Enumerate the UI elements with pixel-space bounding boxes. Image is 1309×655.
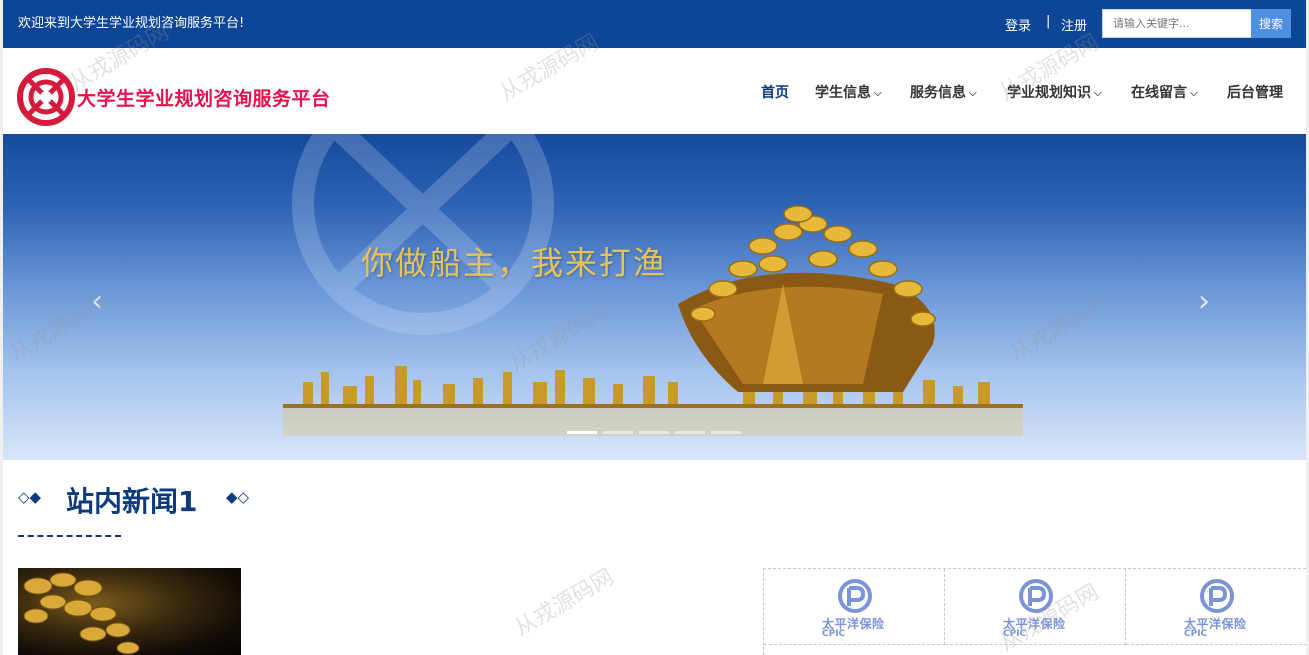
cpic-logo-icon (838, 579, 872, 613)
carousel-dot-1[interactable] (567, 431, 597, 434)
welcome-text: 欢迎来到大学生学业规划咨询服务平台! (18, 16, 245, 31)
register-link[interactable]: 注册 (1061, 15, 1087, 34)
header: 大学生学业规划咨询服务平台 首页 学生信息 ⌵ 服务信息 ⌵ 学业规划知识 ⌵ 在线留… (3, 48, 1306, 134)
partner-logo-1[interactable]: 太平洋保险 CPIC (764, 569, 945, 645)
watermark: 从戎源码网 (510, 564, 619, 642)
nav-planning-knowledge-label: 学业规划知识 (1007, 85, 1091, 101)
chevron-down-icon: ⌵ (969, 88, 977, 99)
chevron-left-icon[interactable]: ‹ (91, 284, 103, 319)
cpic-logo-icon (1200, 579, 1234, 613)
main-nav: 首页 学生信息 ⌵ 服务信息 ⌵ 学业规划知识 ⌵ 在线留言 ⌵ 后台管理 (3, 82, 1306, 102)
carousel-dot-5[interactable] (711, 431, 741, 434)
nav-home[interactable]: 首页 (761, 82, 789, 102)
partner-name-en: CPIC (1184, 629, 1208, 639)
carousel-indicators (567, 431, 747, 435)
nav-home-label: 首页 (761, 85, 789, 101)
news-thumbnail[interactable] (18, 568, 241, 655)
page: 欢迎来到大学生学业规划咨询服务平台! 登录 | 注册 搜索 大学生学业规划咨询服… (3, 0, 1306, 655)
diamond-ornament-right: ◆◇ (226, 488, 250, 506)
section-heading: ◇◆ 站内新闻1 ◆◇ (18, 480, 278, 520)
section-divider (18, 535, 121, 537)
nav-online-message-label: 在线留言 (1131, 85, 1187, 101)
partner-logo-2[interactable]: 太平洋保险 CPIC (945, 569, 1126, 645)
section-title: 站内新闻1 (66, 485, 198, 518)
nav-student-info[interactable]: 学生信息 ⌵ (815, 82, 882, 102)
search-button[interactable]: 搜索 (1251, 9, 1291, 38)
carousel-dot-2[interactable] (603, 431, 633, 434)
partner-logo-grid: 太平洋保险 CPIC 太平洋保险 CPIC 太平洋保险 CPIC (763, 568, 1306, 655)
cpic-logo-icon (1019, 579, 1053, 613)
carousel-dot-3[interactable] (639, 431, 669, 434)
gold-coins-image (23, 572, 140, 655)
nav-service-info-label: 服务信息 (910, 85, 966, 101)
search-input[interactable] (1102, 9, 1252, 38)
diamond-ornament-left: ◇◆ (18, 488, 42, 506)
chevron-down-icon: ⌵ (1094, 88, 1102, 99)
chevron-down-icon: ⌵ (1190, 88, 1198, 99)
partner-name-en: CPIC (1003, 629, 1027, 639)
top-bar: 欢迎来到大学生学业规划咨询服务平台! 登录 | 注册 搜索 (3, 0, 1306, 48)
nav-online-message[interactable]: 在线留言 ⌵ (1131, 82, 1198, 102)
partner-name-en: CPIC (822, 629, 846, 639)
partner-logo-3[interactable]: 太平洋保险 CPIC (1126, 569, 1306, 645)
link-separator: | (1046, 14, 1051, 29)
nav-admin-label: 后台管理 (1227, 85, 1283, 101)
nav-admin[interactable]: 后台管理 (1227, 82, 1283, 102)
banner-image (283, 134, 1023, 436)
banner-carousel[interactable]: 你做船主，我来打渔 ‹ › (3, 134, 1306, 460)
chevron-down-icon: ⌵ (874, 88, 882, 99)
login-link[interactable]: 登录 (1005, 15, 1031, 34)
nav-service-info[interactable]: 服务信息 ⌵ (910, 82, 977, 102)
banner-slogan: 你做船主，我来打渔 (361, 244, 668, 282)
nav-student-info-label: 学生信息 (815, 85, 871, 101)
nav-planning-knowledge[interactable]: 学业规划知识 ⌵ (1007, 82, 1102, 102)
chevron-right-icon[interactable]: › (1198, 284, 1210, 319)
carousel-dot-4[interactable] (675, 431, 705, 434)
